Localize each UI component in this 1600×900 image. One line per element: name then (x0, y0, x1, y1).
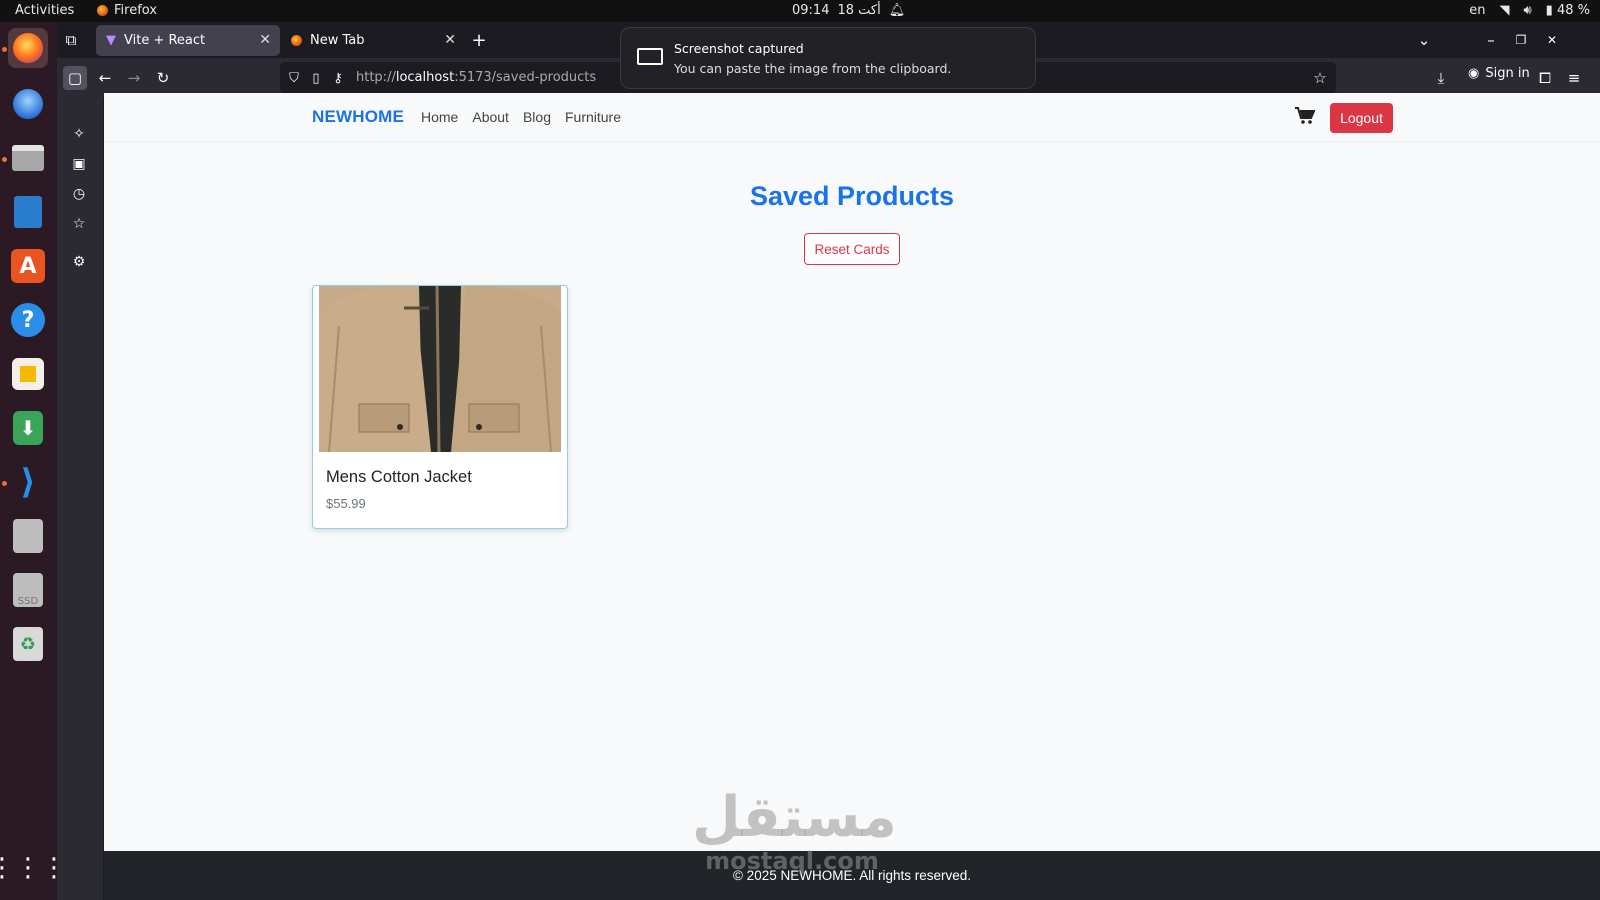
minimize-icon[interactable]: – (1479, 28, 1503, 52)
dock-rhythmbox-icon[interactable] (8, 354, 48, 394)
sign-in-label: Sign in (1485, 66, 1530, 81)
tab-new-tab[interactable]: New Tab ✕ (281, 25, 465, 56)
battery-level: 48 % (1556, 3, 1590, 18)
watermark-text: mostaql.com (705, 847, 879, 875)
dock-ssd-icon[interactable]: SSD (8, 570, 48, 610)
bookmark-star-icon[interactable]: ☆ (1308, 66, 1332, 90)
tab-label: New Tab (310, 33, 365, 48)
notification-body: You can paste the image from the clipboa… (674, 61, 952, 76)
ai-sparkle-icon[interactable]: ✧ (68, 123, 90, 145)
page-title: Saved Products (749, 181, 955, 211)
tab-overview-icon[interactable]: ⧉ (59, 28, 83, 52)
dock: A ? ⬇ ⟩ SSD ♻ ⋮⋮⋮ (0, 22, 67, 900)
wifi-icon: ◥ (1499, 3, 1510, 18)
nav-link-blog[interactable]: Blog (523, 109, 551, 125)
dock-trash-icon[interactable]: ♻ (8, 624, 48, 664)
sign-in-button[interactable]: ◉ Sign in (1468, 66, 1530, 81)
battery-indicator: ▮ 48 % (1546, 3, 1590, 18)
sidebar-toggle-icon[interactable]: ▢ (63, 66, 87, 90)
bell-icon: 🔔︎ (888, 3, 906, 18)
watermark-logo: مستقل (692, 785, 897, 850)
downloads-icon[interactable]: ⤓ (1429, 66, 1453, 90)
close-tab-icon[interactable]: ✕ (444, 32, 456, 48)
firefox-icon (97, 5, 108, 16)
shield-icon[interactable]: ⛉ (282, 66, 306, 90)
brand-logo[interactable]: NEWHOME (312, 107, 404, 127)
system-top-bar: Activities Firefox 09:14 18 أكت 🔔︎ en ◥ … (0, 0, 1600, 22)
reset-cards-button[interactable]: Reset Cards (804, 233, 900, 265)
system-status-area[interactable]: en ◥ 🔊︎ ▮ 48 % (1469, 3, 1590, 18)
app-name: Firefox (114, 3, 158, 18)
forward-arrow-icon[interactable]: → (122, 66, 146, 90)
bookmarks-star-icon[interactable]: ☆ (68, 213, 90, 235)
url-prefix: http:// (356, 70, 396, 85)
running-indicator (2, 157, 7, 162)
settings-gear-icon[interactable]: ⚙ (68, 251, 90, 273)
language-indicator[interactable]: en (1469, 3, 1485, 18)
url-text[interactable]: http://localhost:5173/saved-products (356, 70, 596, 85)
list-tabs-chevron-icon[interactable]: ⌄ (1412, 28, 1436, 52)
dock-help-icon[interactable]: ? (8, 300, 48, 340)
running-indicator (2, 47, 7, 52)
menu-hamburger-icon[interactable]: ≡ (1562, 66, 1586, 90)
cart-icon[interactable] (1295, 107, 1316, 130)
dock-vscode-icon[interactable]: ⟩ (8, 462, 48, 502)
site-navbar: NEWHOME Home About Blog Furniture Logout (104, 93, 1600, 142)
dock-drive-icon[interactable] (8, 516, 48, 556)
close-window-icon[interactable]: ✕ (1540, 28, 1564, 52)
show-apps-grid-icon[interactable]: ⋮⋮⋮ (0, 848, 67, 888)
clock[interactable]: 09:14 18 أكت 🔔︎ (792, 3, 905, 18)
logout-button[interactable]: Logout (1330, 103, 1393, 133)
product-price: $55.99 (326, 496, 366, 511)
running-indicator (2, 481, 7, 486)
key-icon[interactable]: ⚷ (326, 66, 350, 90)
restore-icon[interactable]: ❐ (1509, 28, 1533, 52)
url-host: localhost (395, 70, 455, 85)
account-icon: ◉ (1468, 66, 1480, 81)
screenshot-icon (637, 48, 663, 65)
nav-link-about[interactable]: About (472, 109, 509, 125)
product-card[interactable]: Mens Cotton Jacket $55.99 (312, 285, 568, 529)
synced-tabs-icon[interactable]: ▣ (68, 153, 90, 175)
volume-icon: 🔊︎ (1523, 3, 1532, 18)
close-tab-icon[interactable]: ✕ (259, 32, 271, 48)
tab-vite-react[interactable]: ▼ Vite + React ✕ (96, 25, 280, 56)
clock-time: 09:14 (792, 3, 830, 18)
history-clock-icon[interactable]: ◷ (68, 183, 90, 205)
extensions-icon[interactable]: ⧠ (1533, 66, 1557, 90)
page-info-icon[interactable]: ▯ (304, 66, 328, 90)
dock-writer-icon[interactable] (8, 192, 48, 232)
dock-app-center-icon[interactable]: A (8, 246, 48, 286)
vite-icon: ▼ (106, 33, 116, 48)
back-arrow-icon[interactable]: ← (93, 66, 117, 90)
battery-icon: ▮ (1545, 3, 1553, 18)
clock-date: 18 أكت (837, 3, 881, 18)
new-tab-plus-icon[interactable]: + (467, 28, 491, 52)
firefox-icon (291, 35, 302, 46)
notification-title: Screenshot captured (674, 41, 804, 56)
nav-links: Home About Blog Furniture (421, 109, 621, 125)
product-image[interactable] (319, 286, 561, 452)
dock-thunderbird-icon[interactable] (8, 84, 48, 124)
reload-icon[interactable]: ↻ (151, 66, 175, 90)
nav-link-home[interactable]: Home (421, 109, 458, 125)
activities-button[interactable]: Activities (15, 3, 74, 18)
nav-link-furniture[interactable]: Furniture (565, 109, 621, 125)
screenshot-notification[interactable]: Screenshot captured You can paste the im… (620, 27, 1036, 89)
browser-sidebar: ✧ ▣ ◷ ☆ ⚙ (57, 98, 103, 900)
url-path: :5173/saved-products (454, 70, 597, 85)
page-viewport: NEWHOME Home About Blog Furniture Logout… (104, 93, 1600, 900)
dock-files-icon[interactable] (8, 138, 48, 178)
dock-transmission-icon[interactable]: ⬇ (8, 408, 48, 448)
dock-firefox-icon[interactable] (8, 28, 48, 68)
tab-label: Vite + React (124, 33, 206, 48)
product-name: Mens Cotton Jacket (326, 468, 472, 486)
app-menu[interactable]: Firefox (97, 3, 157, 18)
